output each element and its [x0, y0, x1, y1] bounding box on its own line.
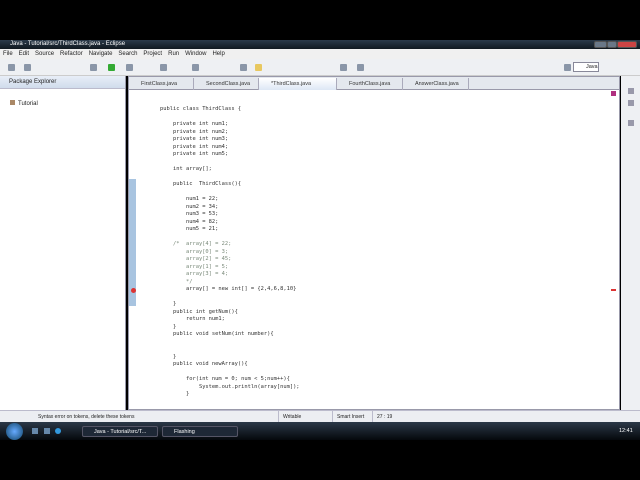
window-title: Java - Tutorial/src/ThirdClass.java - Ec…: [10, 41, 126, 47]
code-line[interactable]: }: [160, 391, 189, 399]
start-button[interactable]: [6, 423, 23, 440]
title-bar: Java - Tutorial/src/ThirdClass.java - Ec…: [0, 40, 640, 49]
editor: FirstClass.java SecondClass.java *ThirdC…: [128, 76, 620, 410]
tab-answer-class[interactable]: AnswerClass.java: [403, 78, 469, 90]
code-line[interactable]: array[3] = 4;: [160, 271, 228, 279]
task-eclipse[interactable]: Java - Tutorial/src/T...: [82, 426, 158, 437]
new-class-icon[interactable]: [160, 64, 167, 71]
task-flashing[interactable]: Flashing: [162, 426, 238, 437]
outline-icon[interactable]: [628, 88, 634, 94]
menu-navigate[interactable]: Navigate: [89, 51, 113, 57]
tab-second-class[interactable]: SecondClass.java: [194, 78, 259, 90]
tab-first-class[interactable]: FirstClass.java: [129, 78, 194, 90]
code-line[interactable]: int array[];: [160, 166, 212, 174]
code-line[interactable]: num3 = 53;: [160, 211, 218, 219]
run-icon[interactable]: [108, 64, 115, 71]
code-line[interactable]: num2 = 34;: [160, 204, 218, 212]
menu-window[interactable]: Window: [185, 51, 206, 57]
menu-bar: File Edit Source Refactor Navigate Search Proj…: [0, 49, 640, 59]
overview-error-marker[interactable]: [611, 91, 616, 96]
editor-tabs: FirstClass.java SecondClass.java *ThirdC…: [129, 77, 619, 90]
toolbar: Java: [0, 59, 640, 76]
toggle-mark-icon[interactable]: [255, 64, 262, 71]
code-line[interactable]: for(int num = 0; num < 5;num++){: [160, 376, 290, 384]
switch-windows-icon[interactable]: [44, 428, 50, 434]
code-line[interactable]: public int getNum(){: [160, 309, 238, 317]
menu-help[interactable]: Help: [212, 51, 224, 57]
back-icon[interactable]: [340, 64, 347, 71]
tree-item-label: Tutorial: [18, 101, 38, 107]
external-tools-icon[interactable]: [126, 64, 133, 71]
code-line[interactable]: num1 = 22;: [160, 196, 218, 204]
internet-explorer-icon[interactable]: [55, 428, 61, 434]
code-line[interactable]: public ThirdClass(){: [160, 181, 241, 189]
code-line[interactable]: array[] = new int[] = {2,4,6,8,10}: [160, 286, 296, 294]
save-icon[interactable]: [24, 64, 31, 71]
menu-project[interactable]: Project: [143, 51, 162, 57]
right-trim: [621, 76, 640, 410]
menu-source[interactable]: Source: [35, 51, 54, 57]
code-line[interactable]: public class ThirdClass {: [160, 106, 241, 114]
package-explorer-title[interactable]: Package Explorer: [9, 79, 56, 85]
code-line[interactable]: System.out.println(array[num]);: [160, 384, 300, 392]
show-desktop-icon[interactable]: [32, 428, 38, 434]
tree-item-tutorial[interactable]: Tutorial: [0, 89, 125, 108]
open-type-icon[interactable]: [192, 64, 199, 71]
code-line[interactable]: private int num5;: [160, 151, 228, 159]
menu-refactor[interactable]: Refactor: [60, 51, 83, 57]
java-perspective-button[interactable]: Java: [573, 62, 599, 72]
code-line[interactable]: private int num2;: [160, 129, 228, 137]
menu-run[interactable]: Run: [168, 51, 179, 57]
taskbar: Java - Tutorial/src/T... Flashing 12:41: [0, 422, 640, 440]
code-line[interactable]: private int num1;: [160, 121, 228, 129]
project-icon: [10, 100, 15, 105]
package-explorer: Package Explorer Tutorial: [0, 76, 126, 410]
new-icon[interactable]: [8, 64, 15, 71]
forward-icon[interactable]: [357, 64, 364, 71]
code-line[interactable]: array[2] = 45;: [160, 256, 231, 264]
code-line[interactable]: }: [160, 301, 176, 309]
tab-fourth-class[interactable]: FourthClass.java: [337, 78, 403, 90]
status-bar: Syntax error on tokens, delete these tok…: [0, 410, 640, 423]
change-ruler: [129, 179, 136, 306]
code-line[interactable]: array[1] = 5;: [160, 264, 228, 272]
menu-search[interactable]: Search: [118, 51, 137, 57]
maximize-button[interactable]: [607, 41, 617, 48]
tab-third-class[interactable]: *ThirdClass.java: [259, 78, 337, 90]
perspective-label: Java: [586, 64, 598, 70]
problems-icon[interactable]: [628, 120, 634, 126]
debug-icon[interactable]: [90, 64, 97, 71]
menu-file[interactable]: File: [3, 51, 13, 57]
code-line[interactable]: private int num3;: [160, 136, 228, 144]
code-line[interactable]: */: [160, 279, 193, 287]
code-line[interactable]: return num1;: [160, 316, 225, 324]
task-list-icon[interactable]: [628, 100, 634, 106]
code-line[interactable]: }: [160, 324, 176, 332]
minimize-button[interactable]: [594, 41, 607, 48]
close-button[interactable]: [617, 41, 637, 48]
clock[interactable]: 12:41: [619, 428, 633, 434]
package-explorer-header: Package Explorer: [0, 76, 125, 89]
overview-error-line[interactable]: [611, 289, 616, 291]
code-line[interactable]: array[0] = 3;: [160, 249, 228, 257]
code-line[interactable]: /* array[4] = 22;: [160, 241, 231, 249]
code-line[interactable]: public void newArray(){: [160, 361, 248, 369]
menu-edit[interactable]: Edit: [19, 51, 29, 57]
search-icon[interactable]: [240, 64, 247, 71]
code-line[interactable]: }: [160, 354, 176, 362]
code-line[interactable]: public void setNum(int number){: [160, 331, 274, 339]
code-line[interactable]: num5 = 21;: [160, 226, 218, 234]
code-line[interactable]: num4 = 82;: [160, 219, 218, 227]
code-line[interactable]: private int num4;: [160, 144, 228, 152]
open-perspective-icon[interactable]: [564, 64, 571, 71]
error-icon[interactable]: [131, 288, 136, 293]
